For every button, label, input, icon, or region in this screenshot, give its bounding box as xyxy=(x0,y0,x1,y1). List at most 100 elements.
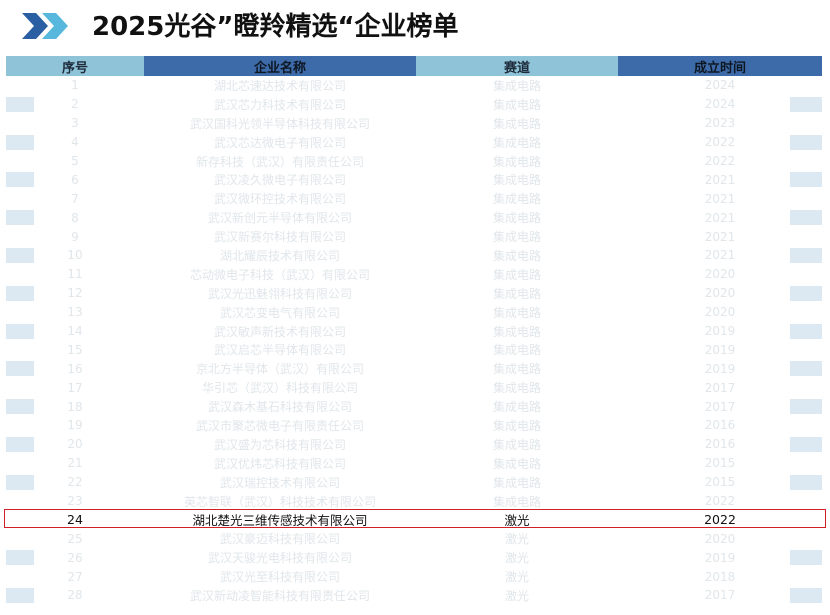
table-row: 15 武汉启芯半导体有限公司 集成电路 2019 xyxy=(6,340,822,359)
cell-year: 2016 xyxy=(704,418,736,433)
row-stub-left xyxy=(6,588,34,604)
row-stub-right xyxy=(790,474,822,490)
row-stub-right xyxy=(790,323,822,339)
table-row: 18 武汉森木基石科技有限公司 集成电路 2017 xyxy=(6,397,822,416)
table-row: 14 武汉敏声新技术有限公司 集成电路 2019 xyxy=(6,322,822,341)
row-stub-right xyxy=(790,248,822,264)
cell-company-name: 武汉凌久微电子有限公司 xyxy=(213,173,346,188)
column-header-track: 赛道 xyxy=(416,56,618,76)
cell-no: 19 xyxy=(67,418,83,433)
cell-company-name: 武汉敏声新技术有限公司 xyxy=(213,324,346,339)
row-stub-right xyxy=(790,210,822,226)
cell-company-name: 湖北芯速达技术有限公司 xyxy=(213,78,346,93)
row-stub-left xyxy=(6,210,34,226)
cell-track: 激光 xyxy=(504,588,529,603)
cell-year: 2022 xyxy=(704,494,736,509)
column-header-year: 成立时间 xyxy=(618,56,822,76)
table-row: 16 京北方半导体（武汉）有限公司 集成电路 2019 xyxy=(6,359,822,378)
cell-track: 集成电路 xyxy=(492,418,541,433)
table-row: 21 武汉优炜芯科技有限公司 集成电路 2015 xyxy=(6,454,822,473)
table-row: 4 武汉芯达微电子有限公司 集成电路 2022 xyxy=(6,133,822,152)
table-row: 3 武汉国科光领半导体科技有限公司 集成电路 2023 xyxy=(6,114,822,133)
cell-track: 集成电路 xyxy=(492,305,541,320)
cell-company-name: 京北方半导体（武汉）有限公司 xyxy=(195,362,364,377)
cell-no: 1 xyxy=(71,78,79,93)
column-header-no: 序号 xyxy=(6,56,144,76)
cell-track: 激光 xyxy=(504,551,529,566)
row-stub-left xyxy=(6,399,34,415)
cell-track: 集成电路 xyxy=(492,97,541,112)
cell-track: 集成电路 xyxy=(492,230,541,245)
double-chevron-icon xyxy=(22,13,68,39)
cell-no: 5 xyxy=(71,154,79,168)
cell-year: 2022 xyxy=(704,154,736,168)
row-stub-right xyxy=(790,96,822,112)
cell-track: 激光 xyxy=(504,532,529,547)
row-stub-left xyxy=(6,96,34,112)
cell-track: 集成电路 xyxy=(492,475,541,490)
table-row: 6 武汉凌久微电子有限公司 集成电路 2021 xyxy=(6,170,822,189)
row-stub-left xyxy=(6,134,34,150)
cell-track: 集成电路 xyxy=(492,211,541,226)
row-stub-left xyxy=(6,550,34,566)
table-row: 19 武汉市聚芯微电子有限责任公司 集成电路 2016 xyxy=(6,416,822,435)
cell-no: 21 xyxy=(67,456,83,471)
cell-company-name: 武汉启芯半导体有限公司 xyxy=(213,343,346,358)
table-row: 27 武汉光至科技有限公司 激光 2018 xyxy=(6,567,822,586)
cell-company-name: 武汉光至科技有限公司 xyxy=(219,570,340,585)
cell-track: 集成电路 xyxy=(492,324,541,339)
cell-company-name: 武汉微环控技术有限公司 xyxy=(213,192,346,207)
cell-company-name: 武汉优炜芯科技有限公司 xyxy=(213,456,346,471)
cell-year: 2015 xyxy=(704,456,736,471)
cell-year: 2020 xyxy=(704,267,736,282)
cell-company-name: 武汉新动凌智能科技有限责任公司 xyxy=(189,588,370,603)
cell-track: 集成电路 xyxy=(492,154,541,169)
cell-track: 集成电路 xyxy=(492,135,541,150)
cell-company-name: 湖北耀辰技术有限公司 xyxy=(219,248,340,263)
cell-company-name: 英芯智联（武汉）科技技术有限公司 xyxy=(183,494,376,509)
cell-track: 集成电路 xyxy=(492,286,541,301)
cell-track: 集成电路 xyxy=(492,343,541,358)
cell-no: 25 xyxy=(67,531,83,546)
cell-year: 2017 xyxy=(704,380,736,395)
table-row: 8 武汉新创元半导体有限公司 集成电路 2021 xyxy=(6,208,822,227)
table-row: 26 武汉天骏光电科技有限公司 激光 2019 xyxy=(6,548,822,567)
table-row: 9 武汉新赛尔科技有限公司 集成电路 2021 xyxy=(6,227,822,246)
table-row: 13 武汉芯变电气有限公司 集成电路 2020 xyxy=(6,303,822,322)
page-header: 2025光谷”瞪羚精选“企业榜单 xyxy=(0,0,830,54)
table-row: 20 武汉盛为芯科技有限公司 集成电路 2016 xyxy=(6,435,822,454)
column-header-name: 企业名称 xyxy=(144,56,416,76)
row-stub-right xyxy=(790,399,822,415)
cell-track: 集成电路 xyxy=(492,362,541,377)
page-title: 2025光谷”瞪羚精选“企业榜单 xyxy=(92,12,459,42)
cell-year: 2024 xyxy=(704,78,736,93)
cell-company-name: 武汉芯力科技术有限公司 xyxy=(213,97,346,112)
row-stub-right xyxy=(790,361,822,377)
row-stub-right xyxy=(790,134,822,150)
row-stub-left xyxy=(6,285,34,301)
row-stub-left xyxy=(6,172,34,188)
cell-track: 集成电路 xyxy=(492,116,541,131)
table-row: 10 湖北耀辰技术有限公司 集成电路 2021 xyxy=(6,246,822,265)
cell-year: 2020 xyxy=(704,531,736,546)
highlight-box xyxy=(4,509,826,528)
cell-company-name: 芯动微电子科技（武汉）有限公司 xyxy=(189,267,370,282)
cell-track: 集成电路 xyxy=(492,456,541,471)
cell-year: 2018 xyxy=(704,569,736,584)
cell-no: 3 xyxy=(71,116,79,131)
cell-track: 集成电路 xyxy=(492,437,541,452)
cell-company-name: 武汉芯达微电子有限公司 xyxy=(213,135,346,150)
table-header: 序号 企业名称 赛道 成立时间 xyxy=(6,56,822,76)
cell-company-name: 武汉天骏光电科技有限公司 xyxy=(207,551,352,566)
row-stub-right xyxy=(790,172,822,188)
cell-year: 2021 xyxy=(704,191,736,206)
cell-year: 2023 xyxy=(704,116,736,131)
cell-track: 集成电路 xyxy=(492,78,541,93)
row-stub-left xyxy=(6,323,34,339)
table-row: 23 英芯智联（武汉）科技技术有限公司 集成电路 2022 xyxy=(6,492,822,511)
table-row: 5 新存科技（武汉）有限责任公司 集成电路 2022 xyxy=(6,152,822,171)
cell-track: 集成电路 xyxy=(492,267,541,282)
cell-no: 9 xyxy=(71,229,79,244)
cell-company-name: 武汉光迅魅翎科技有限公司 xyxy=(207,286,352,301)
row-stub-left xyxy=(6,248,34,264)
